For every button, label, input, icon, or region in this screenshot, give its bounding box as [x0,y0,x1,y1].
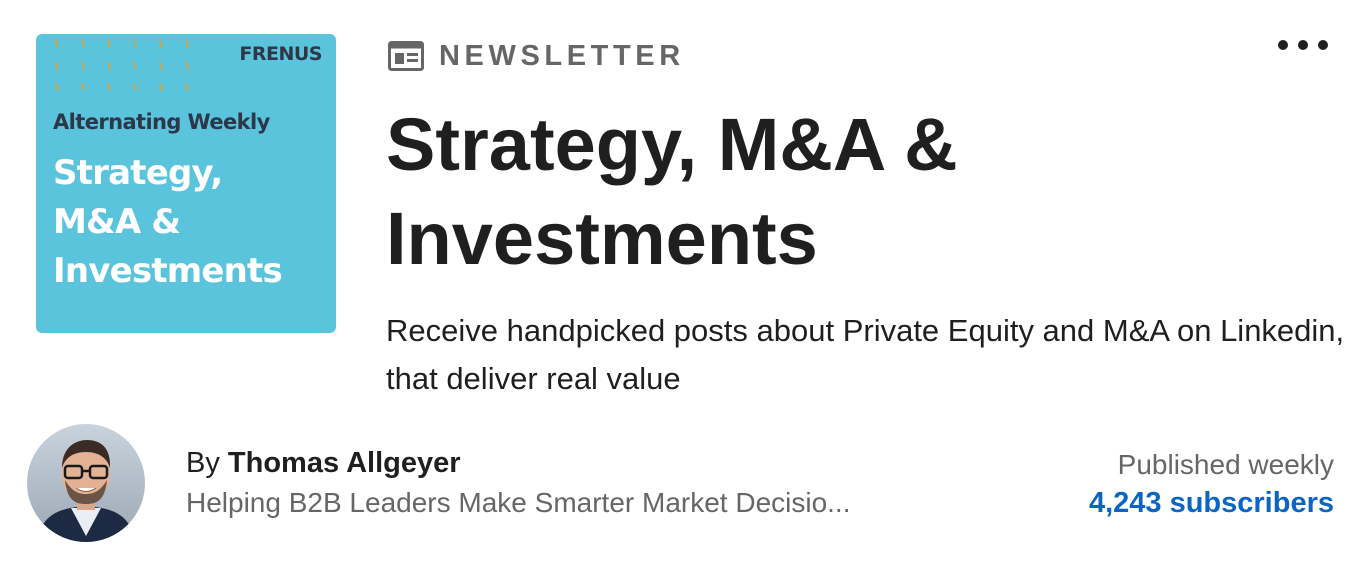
cover-title: Strategy, M&A & Investments [53,149,333,296]
cover-brand-logo: FRENUS [239,43,322,65]
author-avatar[interactable] [27,424,145,542]
publish-frequency: Published weekly [1117,449,1334,480]
author-byline: By Thomas Allgeyer [186,444,461,482]
decorative-dot-pattern [55,40,189,91]
cover-title-line: Strategy, [53,153,223,193]
newsletter-icon [388,41,424,71]
newsletter-description: Receive handpicked posts about Private E… [386,313,1345,396]
cover-title-line: M&A & [53,202,181,242]
newsletter-title[interactable]: Strategy, M&A & Investments [386,98,1286,286]
newsletter-card: FRENUS Alternating Weekly Strategy, M&A … [0,0,1367,575]
author-name-link[interactable]: Thomas Allgeyer [228,447,461,479]
more-horizontal-icon [1278,40,1328,50]
newsletter-type-label: NEWSLETTER [439,39,685,72]
by-label: By [186,447,220,479]
more-options-button[interactable] [1275,30,1335,60]
author-headline: Helping B2B Leaders Make Smarter Market … [186,487,851,518]
subscriber-count-link[interactable]: 4,243 subscribers [1089,484,1334,522]
newsletter-label-row: NEWSLETTER [388,40,685,72]
cover-kicker: Alternating Weekly [53,110,270,134]
newsletter-meta: Published weekly 4,243 subscribers [1089,446,1334,522]
cover-title-line: Investments [53,251,283,291]
newsletter-cover-image[interactable]: FRENUS Alternating Weekly Strategy, M&A … [36,34,336,333]
